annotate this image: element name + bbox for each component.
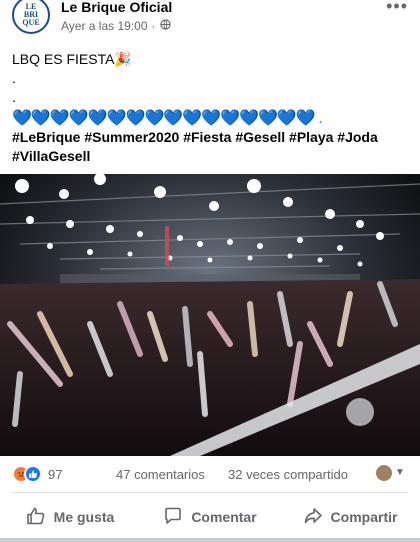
- party-crowd-image: [0, 174, 420, 456]
- viewer-avatar[interactable]: [376, 465, 392, 481]
- post-stats: 97 47 comentarios 32 veces compartido ▼: [0, 465, 420, 487]
- post-headline: LBQ ES FIESTA🎉: [12, 51, 132, 67]
- post-header: LE BRI QUE Le Brique Oficial Ayer a las …: [0, 0, 420, 42]
- post-timestamp[interactable]: Ayer a las 19:00: [61, 19, 148, 33]
- more-options-button[interactable]: •••: [386, 0, 408, 17]
- like-reaction-icon: [24, 465, 42, 483]
- avatar-logo-text: LE BRI QUE: [22, 2, 40, 27]
- comment-button-label: Comentar: [191, 509, 257, 525]
- post-dot-line-2: .: [12, 89, 16, 105]
- reaction-count: 97: [48, 466, 63, 482]
- meta-separator: ·: [151, 19, 156, 33]
- share-button-label: Compartir: [330, 509, 398, 525]
- post-actions: Me gusta Comentar Compartir: [0, 500, 420, 534]
- stats-divider: [12, 492, 408, 493]
- comment-button[interactable]: Comentar: [140, 500, 280, 534]
- speech-bubble-icon: [163, 506, 183, 529]
- globe-icon: [159, 19, 171, 33]
- thumbs-up-icon: [26, 506, 46, 529]
- post-meta: Ayer a las 19:00 ·: [61, 19, 171, 33]
- like-button[interactable]: Me gusta: [0, 500, 140, 534]
- shares-count-link[interactable]: 32 veces compartido: [228, 467, 348, 482]
- page-name-link[interactable]: Le Brique Oficial: [61, 0, 172, 15]
- post-hashtags[interactable]: #LeBrique #Summer2020 #Fiesta #Gesell #P…: [12, 128, 412, 166]
- share-button[interactable]: Compartir: [280, 500, 420, 534]
- page-avatar[interactable]: LE BRI QUE: [12, 0, 50, 34]
- share-arrow-icon: [303, 506, 323, 529]
- reactions-summary[interactable]: 97: [12, 465, 62, 483]
- blue-hearts-line: 💙💙💙💙💙💙💙💙💙💙💙💙💙💙💙💙 .: [12, 110, 323, 127]
- chevron-down-icon[interactable]: ▼: [395, 467, 405, 478]
- post-photo[interactable]: [0, 174, 420, 456]
- like-button-label: Me gusta: [53, 509, 115, 525]
- post-dot-line-1: .: [12, 70, 16, 86]
- post-body: LBQ ES FIESTA🎉 . . 💙💙💙💙💙💙💙💙💙💙💙💙💙💙💙💙 . #L…: [12, 50, 412, 166]
- comments-count-link[interactable]: 47 comentarios: [116, 467, 205, 482]
- feed-separator: [0, 538, 420, 542]
